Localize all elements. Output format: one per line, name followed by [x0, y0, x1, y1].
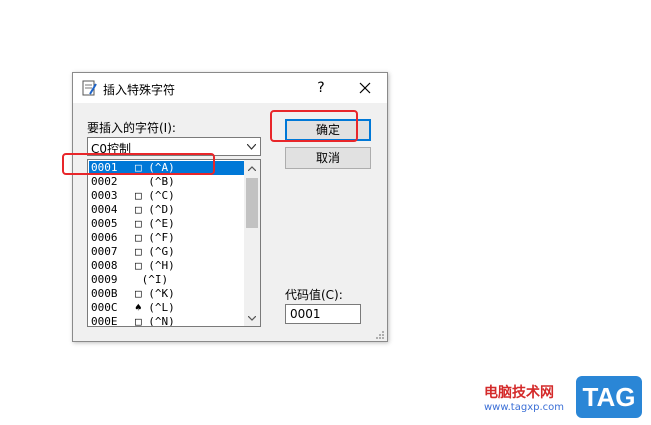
list-rows: 0001 □ (^A) 0002 (^B) 0003 □ (^C) 0004 □ (^D) 0…: [89, 161, 244, 327]
code-value-label: 代码值(C):: [285, 288, 343, 302]
annotation-highlight-row: [62, 153, 215, 175]
list-item[interactable]: 000C ♠ (^L): [89, 301, 244, 315]
list-item-char: □ (^D): [135, 203, 175, 216]
list-item-code: 000B: [91, 287, 118, 300]
character-list[interactable]: 0001 □ (^A) 0002 (^B) 0003 □ (^C) 0004 □ (^D) 0…: [87, 159, 261, 327]
list-item[interactable]: 0002 (^B): [89, 175, 244, 189]
cancel-button[interactable]: 取消: [285, 147, 371, 169]
list-item-code: 0007: [91, 245, 118, 258]
list-item-char: □ (^K): [135, 287, 175, 300]
scroll-thumb[interactable]: [246, 178, 258, 228]
dialog-title: 插入特殊字符: [103, 83, 176, 97]
list-item-code: 0005: [91, 217, 118, 230]
help-button[interactable]: ?: [309, 77, 333, 99]
list-item-code: 0008: [91, 259, 118, 272]
list-item[interactable]: 000E □ (^N): [89, 315, 244, 327]
list-item-char: □ (^C): [135, 189, 175, 202]
resize-grip-icon[interactable]: [375, 329, 385, 339]
scroll-down-icon[interactable]: [244, 310, 260, 326]
list-item-code: 000E: [91, 315, 118, 327]
list-item-code: 0004: [91, 203, 118, 216]
list-item-code: 0002: [91, 175, 118, 188]
list-item-char: (^I): [135, 273, 169, 286]
list-item-char: □ (^H): [135, 259, 175, 272]
title-bar: 插入特殊字符 ?: [73, 73, 387, 103]
close-button[interactable]: [353, 77, 377, 99]
watermark: 电脑技术网 www.tagxp.com TAG: [470, 372, 648, 422]
list-item[interactable]: 0003 □ (^C): [89, 189, 244, 203]
code-value-input[interactable]: 0001: [285, 304, 361, 324]
annotation-highlight-ok: [270, 110, 358, 142]
list-item-char: ♠ (^L): [135, 301, 175, 314]
watermark-tag-logo: TAG: [576, 376, 642, 418]
characters-label: 要插入的字符(I):: [87, 121, 176, 135]
list-item-code: 000C: [91, 301, 118, 314]
list-item[interactable]: 000B □ (^K): [89, 287, 244, 301]
list-item-char: □ (^E): [135, 217, 175, 230]
close-icon: [359, 82, 371, 94]
list-item-code: 0006: [91, 231, 118, 244]
watermark-url: www.tagxp.com: [484, 402, 564, 413]
list-scrollbar[interactable]: [244, 160, 260, 326]
chevron-down-icon[interactable]: [243, 138, 260, 155]
list-item-char: □ (^N): [135, 315, 175, 327]
list-item[interactable]: 0007 □ (^G): [89, 245, 244, 259]
scroll-up-icon[interactable]: [244, 160, 260, 176]
list-item[interactable]: 0005 □ (^E): [89, 217, 244, 231]
watermark-site: 电脑技术网: [484, 385, 554, 401]
list-item-char: (^B): [135, 175, 175, 188]
list-item-code: 0009: [91, 273, 118, 286]
list-item-code: 0003: [91, 189, 118, 202]
list-item[interactable]: 0006 □ (^F): [89, 231, 244, 245]
list-item[interactable]: 0008 □ (^H): [89, 259, 244, 273]
app-icon: [81, 80, 97, 96]
list-item[interactable]: 0004 □ (^D): [89, 203, 244, 217]
list-item-char: □ (^G): [135, 245, 175, 258]
list-item-char: □ (^F): [135, 231, 175, 244]
list-item[interactable]: 0009 (^I): [89, 273, 244, 287]
